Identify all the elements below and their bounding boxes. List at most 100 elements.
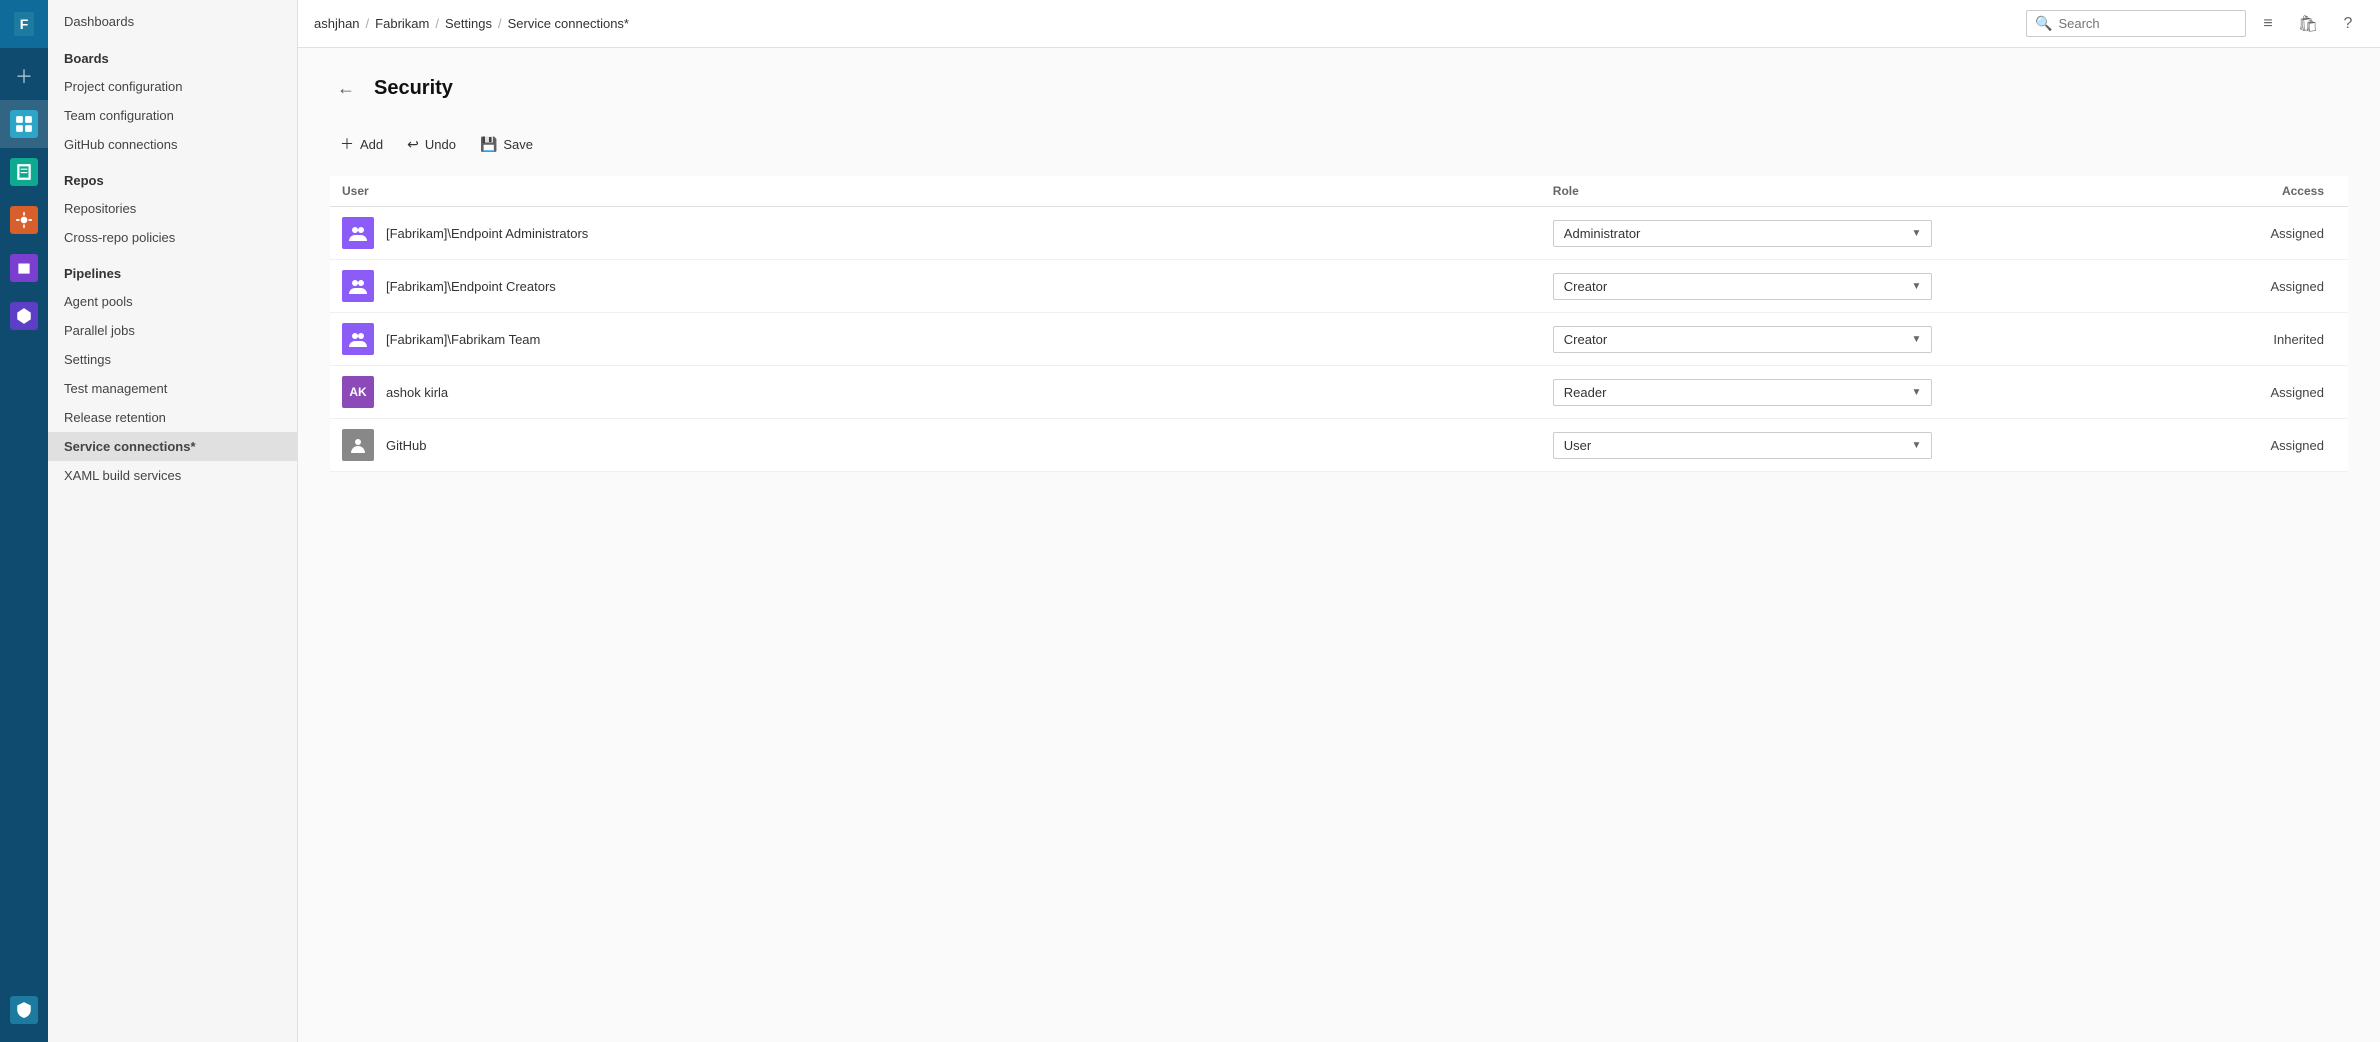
role-value: Creator [1564,332,1607,347]
role-value: Reader [1564,385,1607,400]
col-header-role: Role [1541,176,1945,207]
role-dropdown[interactable]: Creator ▼ [1553,273,1933,300]
user-cell: [Fabrikam]\Endpoint Administrators [330,207,1541,260]
user-name: ashok kirla [386,385,448,400]
sidebar-header-boards: Boards [48,37,297,72]
add-button[interactable]: ＋ Add [330,128,393,160]
sidebar-item-dashboards[interactable]: Dashboards [48,0,297,37]
add-icon: ＋ [340,134,354,154]
sidebar-item-repositories[interactable]: Repositories [48,194,297,223]
boards-rail-icon[interactable] [0,100,48,148]
search-box[interactable]: 🔍 [2026,10,2246,37]
breadcrumb-org[interactable]: ashjhan [314,16,360,31]
main-content: ashjhan / Fabrikam / Settings / Service … [298,0,2380,1042]
sidebar-item-service-connections[interactable]: Service connections* [48,432,297,461]
table-row: AK ashok kirla Reader ▼ Assigned [330,366,2348,419]
breadcrumb-project[interactable]: Fabrikam [375,16,429,31]
table-row: [Fabrikam]\Fabrikam Team Creator ▼ Inher… [330,313,2348,366]
testplans-rail-icon[interactable] [0,244,48,292]
sidebar-item-github-connections[interactable]: GitHub connections [48,130,297,159]
chevron-down-icon: ▼ [1911,281,1921,292]
access-cell: Assigned [1944,366,2348,419]
pipelines-rail-icon[interactable] [0,196,48,244]
user-name: [Fabrikam]\Fabrikam Team [386,332,540,347]
role-dropdown[interactable]: User ▼ [1553,432,1933,459]
sidebar-item-cross-repo-policies[interactable]: Cross-repo policies [48,223,297,252]
sidebar-item-test-management[interactable]: Test management [48,374,297,403]
shopping-icon[interactable]: 🛍 [2292,8,2324,40]
repos-rail-icon[interactable] [0,148,48,196]
user-cell: [Fabrikam]\Endpoint Creators [330,260,1541,313]
role-value: Creator [1564,279,1607,294]
user-cell: AK ashok kirla [330,366,1541,419]
content-area: ← Security ＋ Add ↩ Undo 💾 Save User [298,48,2380,1042]
topbar-actions: ≡ 🛍 ? [2252,8,2364,40]
user-avatar [342,217,374,249]
org-logo[interactable]: F [0,0,48,48]
add-icon[interactable]: ＋ [0,52,48,100]
sidebar-header-pipelines: Pipelines [48,252,297,287]
back-button[interactable]: ← [330,72,362,104]
user-avatar [342,429,374,461]
save-button[interactable]: 💾 Save [470,130,543,159]
sidebar-item-xaml-build-services[interactable]: XAML build services [48,461,297,490]
artifacts-rail-icon[interactable] [0,292,48,340]
sidebar-item-team-configuration[interactable]: Team configuration [48,101,297,130]
user-avatar [342,323,374,355]
chevron-down-icon: ▼ [1911,440,1921,451]
toolbar: ＋ Add ↩ Undo 💾 Save [330,128,2348,160]
sidebar-item-agent-pools[interactable]: Agent pools [48,287,297,316]
breadcrumb-settings[interactable]: Settings [445,16,492,31]
security-rail-icon[interactable] [0,986,48,1034]
sidebar-item-settings[interactable]: Settings [48,345,297,374]
sidebar-item-release-retention[interactable]: Release retention [48,403,297,432]
table-row: GitHub User ▼ Assigned [330,419,2348,472]
role-cell: User ▼ [1541,419,1945,472]
sidebar-item-project-configuration[interactable]: Project configuration [48,72,297,101]
search-input[interactable] [2058,16,2237,31]
user-name: [Fabrikam]\Endpoint Administrators [386,226,588,241]
table-row: [Fabrikam]\Endpoint Administrators Admin… [330,207,2348,260]
role-value: Administrator [1564,226,1641,241]
breadcrumb-current: Service connections* [508,16,629,31]
sidebar: Dashboards Boards Project configuration … [48,0,298,1042]
help-icon[interactable]: ? [2332,8,2364,40]
role-cell: Reader ▼ [1541,366,1945,419]
user-avatar: AK [342,376,374,408]
page-title: Security [374,77,453,100]
access-cell: Assigned [1944,207,2348,260]
user-name: [Fabrikam]\Endpoint Creators [386,279,556,294]
access-cell: Assigned [1944,260,2348,313]
undo-icon: ↩ [407,136,419,153]
sidebar-header-repos: Repos [48,159,297,194]
table-row: [Fabrikam]\Endpoint Creators Creator ▼ A… [330,260,2348,313]
sidebar-item-parallel-jobs[interactable]: Parallel jobs [48,316,297,345]
chevron-down-icon: ▼ [1911,387,1921,398]
role-dropdown[interactable]: Reader ▼ [1553,379,1933,406]
user-avatar [342,270,374,302]
col-header-user: User [330,176,1541,207]
access-cell: Assigned [1944,419,2348,472]
chevron-down-icon: ▼ [1911,228,1921,239]
left-rail: F ＋ [0,0,48,1042]
role-dropdown[interactable]: Creator ▼ [1553,326,1933,353]
save-icon: 💾 [480,136,497,153]
security-table: User Role Access [Fabrikam]\Endpoint Adm… [330,176,2348,472]
topbar: ashjhan / Fabrikam / Settings / Service … [298,0,2380,48]
undo-button[interactable]: ↩ Undo [397,130,466,159]
user-cell: [Fabrikam]\Fabrikam Team [330,313,1541,366]
role-cell: Creator ▼ [1541,260,1945,313]
page-header: ← Security [330,72,2348,104]
role-dropdown[interactable]: Administrator ▼ [1553,220,1933,247]
search-icon: 🔍 [2035,15,2052,32]
col-header-access: Access [1944,176,2348,207]
role-cell: Creator ▼ [1541,313,1945,366]
role-value: User [1564,438,1591,453]
access-cell: Inherited [1944,313,2348,366]
chevron-down-icon: ▼ [1911,334,1921,345]
role-cell: Administrator ▼ [1541,207,1945,260]
notifications-icon[interactable]: ≡ [2252,8,2284,40]
user-name: GitHub [386,438,426,453]
breadcrumb: ashjhan / Fabrikam / Settings / Service … [314,16,2020,31]
user-cell: GitHub [330,419,1541,472]
